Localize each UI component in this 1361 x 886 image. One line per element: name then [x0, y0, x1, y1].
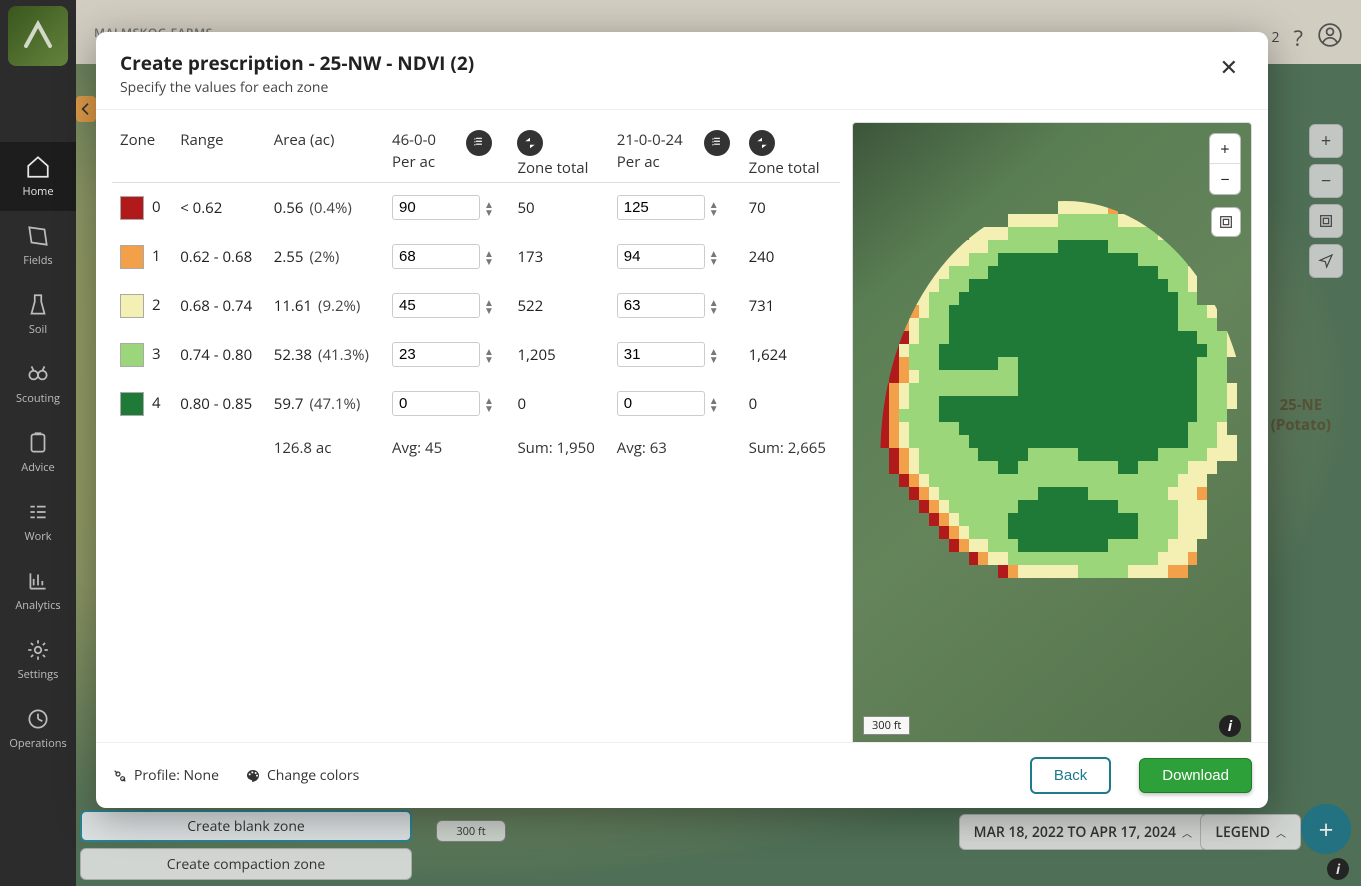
prod2-zone-total: 1,624 [741, 330, 840, 379]
zone-swatch [120, 294, 144, 318]
modal-title: Create prescription - 25-NW - NDVI (2) [120, 50, 474, 76]
zone-table-area: Zone Range Area (ac) 46-0-0 Per ac [112, 122, 840, 730]
prod2-per-ac-input[interactable] [617, 195, 705, 220]
modal-footer: Profile: None Change colors Back Downloa… [96, 742, 1268, 808]
map-fit-button[interactable] [1211, 207, 1241, 237]
zone-index: 2 [152, 295, 161, 315]
prod1-zone-total: 173 [509, 232, 608, 281]
zone-swatch [120, 392, 144, 416]
zone-range: 0.80 - 0.85 [172, 379, 266, 428]
table-row: 4 0.80 - 0.85 59.7(47.1%) ▲▼ 0 ▲▼ 0 [112, 379, 840, 428]
zone-index: 3 [152, 344, 161, 364]
prod1-zone-total: 1,205 [509, 330, 608, 379]
zone-area: 2.55(2%) [266, 232, 384, 281]
prescription-modal: Create prescription - 25-NW - NDVI (2) S… [96, 32, 1268, 808]
stepper-icon[interactable]: ▲▼ [484, 347, 494, 363]
stepper-icon[interactable]: ▲▼ [709, 298, 719, 314]
profile-selector[interactable]: Profile: None [112, 766, 219, 785]
stepper-icon[interactable]: ▲▼ [709, 249, 719, 265]
prod2-zone-total: 240 [741, 232, 840, 281]
map-zoom-out[interactable]: − [1210, 164, 1240, 194]
apply-profile-icon [704, 130, 730, 156]
zone-swatch [120, 343, 144, 367]
profile-label: Profile: None [134, 766, 219, 785]
stepper-icon[interactable]: ▲▼ [484, 396, 494, 412]
change-colors-label: Change colors [267, 766, 359, 785]
zone-area: 0.56(0.4%) [266, 183, 384, 233]
zone-total-icon[interactable] [517, 130, 543, 156]
zone-total-icon[interactable] [749, 130, 775, 156]
prod2-zone-total: 731 [741, 281, 840, 330]
prod2-zone-total: 70 [741, 183, 840, 233]
prod2-per-ac-input[interactable] [617, 391, 705, 416]
change-colors-button[interactable]: Change colors [245, 766, 359, 785]
col-range: Range [172, 122, 266, 183]
modal-map[interactable]: + − 300 ft i [852, 122, 1252, 742]
prod1-per-ac-input[interactable] [392, 244, 480, 269]
modal-body: Zone Range Area (ac) 46-0-0 Per ac [96, 110, 1268, 742]
stepper-icon[interactable]: ▲▼ [709, 396, 719, 412]
table-row: 0 < 0.62 0.56(0.4%) ▲▼ 50 ▲▼ 70 [112, 183, 840, 233]
prod1-per-ac-input[interactable] [392, 342, 480, 367]
prod2-per-ac-input[interactable] [617, 342, 705, 367]
stepper-icon[interactable]: ▲▼ [484, 200, 494, 216]
zone-index: 0 [152, 197, 161, 217]
stepper-icon[interactable]: ▲▼ [484, 249, 494, 265]
zone-range: 0.68 - 0.74 [172, 281, 266, 330]
close-icon[interactable]: ✕ [1214, 50, 1244, 84]
table-row: 2 0.68 - 0.74 11.61(9.2%) ▲▼ 522 ▲▼ 731 [112, 281, 840, 330]
zone-swatch [120, 245, 144, 269]
p1-avg: Avg: 45 [384, 428, 509, 466]
zone-index: 1 [152, 246, 161, 266]
apply-profile-icon [466, 130, 492, 156]
prod1-per-ac-input[interactable] [392, 391, 480, 416]
zone-area: 59.7(47.1%) [266, 379, 384, 428]
prod2-per-ac-input[interactable] [617, 244, 705, 269]
zone-range: 0.74 - 0.80 [172, 330, 266, 379]
col-prod1-total: Zone total [509, 122, 608, 183]
modal-subtitle: Specify the values for each zone [120, 78, 474, 97]
zone-swatch [120, 196, 144, 220]
p1-sum: Sum: 1,950 [509, 428, 608, 466]
col-prod1-perac: 46-0-0 Per ac [384, 122, 458, 183]
col-prod1-profile-icon[interactable] [458, 122, 510, 183]
modal-header: Create prescription - 25-NW - NDVI (2) S… [96, 32, 1268, 110]
p2-sum: Sum: 2,665 [741, 428, 840, 466]
col-prod2-profile-icon[interactable] [696, 122, 741, 183]
map-zoom-controls: + − [1209, 133, 1241, 195]
prod1-zone-total: 0 [509, 379, 608, 428]
prod1-per-ac-input[interactable] [392, 293, 480, 318]
col-prod2-perac: 21-0-0-24 Per ac [609, 122, 696, 183]
prod1-zone-total: 522 [509, 281, 608, 330]
col-zone: Zone [112, 122, 172, 183]
zone-index: 4 [152, 393, 161, 413]
zone-area: 52.38(41.3%) [266, 330, 384, 379]
footer-actions: Profile: None Change colors [112, 766, 359, 785]
stepper-icon[interactable]: ▲▼ [709, 200, 719, 216]
prod2-zone-total: 0 [741, 379, 840, 428]
zone-range: < 0.62 [172, 183, 266, 233]
stepper-icon[interactable]: ▲▼ [709, 347, 719, 363]
table-row: 1 0.62 - 0.68 2.55(2%) ▲▼ 173 ▲▼ 240 [112, 232, 840, 281]
zone-range: 0.62 - 0.68 [172, 232, 266, 281]
totals-row: 126.8 ac Avg: 45 Sum: 1,950 Avg: 63 Sum:… [112, 428, 840, 466]
back-button[interactable]: Back [1030, 757, 1111, 794]
zone-table: Zone Range Area (ac) 46-0-0 Per ac [112, 122, 840, 466]
total-area: 126.8 ac [266, 428, 384, 466]
col-area: Area (ac) [266, 122, 384, 183]
zone-area: 11.61(9.2%) [266, 281, 384, 330]
prod2-per-ac-input[interactable] [617, 293, 705, 318]
prod1-zone-total: 50 [509, 183, 608, 233]
table-row: 3 0.74 - 0.80 52.38(41.3%) ▲▼ 1,205 ▲▼ 1… [112, 330, 840, 379]
stepper-icon[interactable]: ▲▼ [484, 298, 494, 314]
col-prod2-total: Zone total [741, 122, 840, 183]
map-scale: 300 ft [863, 716, 910, 735]
map-info-icon[interactable]: i [1219, 715, 1241, 737]
p2-avg: Avg: 63 [609, 428, 741, 466]
prod1-per-ac-input[interactable] [392, 195, 480, 220]
download-button[interactable]: Download [1139, 758, 1252, 793]
map-zoom-in[interactable]: + [1210, 134, 1240, 164]
